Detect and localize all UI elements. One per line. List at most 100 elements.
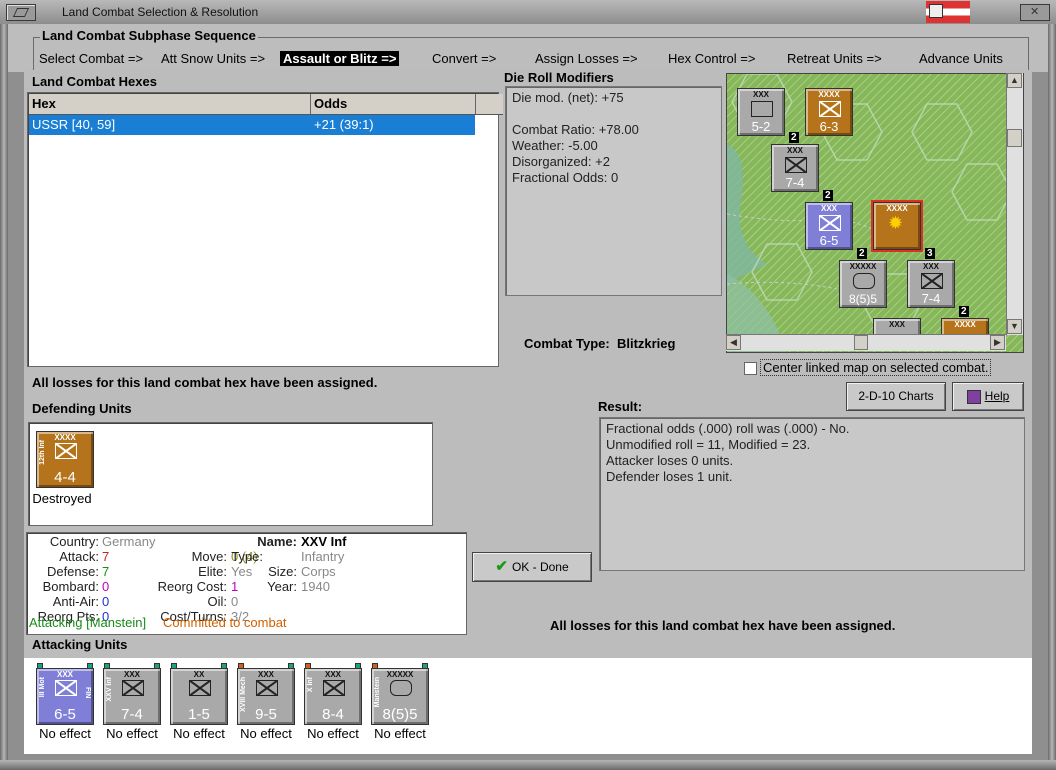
map-counter[interactable]: XXX 6-5 — [805, 202, 853, 250]
attacking-unit-status: No effect — [39, 726, 91, 741]
unit-strength: 8-4 — [322, 706, 344, 723]
attacking-unit-counter[interactable]: XXX III Mot FIN 6-5 — [36, 663, 94, 725]
info-type: Infantry — [301, 549, 345, 564]
info-antiair-label: Anti-Air: — [52, 594, 99, 609]
result-title: Result: — [598, 399, 643, 414]
modifiers-box: Die mod. (net): +75 Combat Ratio: +78.00… — [505, 86, 722, 296]
center-map-label[interactable]: Center linked map on selected combat. — [760, 359, 992, 376]
info-committed: Committed to combat — [163, 615, 287, 630]
center-map-checkbox[interactable] — [744, 362, 757, 375]
window-frame-right — [1048, 24, 1056, 770]
info-elite-label: Elite: — [198, 564, 227, 579]
map-counter[interactable]: XXXX 6-3 — [805, 88, 853, 136]
info-bombard-label: Bombard: — [42, 579, 99, 594]
info-name: XXV Inf — [301, 534, 347, 549]
attacking-unit-status: No effect — [374, 726, 426, 741]
checkmark-icon: ✔ — [495, 558, 508, 575]
map-counter-size: XXX — [752, 90, 769, 99]
ok-done-button[interactable]: ✔ OK - Done — [472, 552, 592, 582]
scroll-right-icon[interactable]: ▶ — [990, 335, 1005, 350]
info-oil-label: Oil: — [207, 594, 228, 609]
defending-title: Defending Units — [32, 401, 132, 416]
column-hex[interactable]: Hex — [29, 94, 311, 114]
info-year: 1940 — [301, 579, 330, 594]
defending-unit-counter[interactable]: XXXX 12th Inf 4-4 — [36, 431, 94, 488]
map-counter-strength: 7-4 — [785, 175, 805, 190]
stack-badge: 2 — [823, 190, 833, 201]
table-row[interactable]: USSR [40, 59] +21 (39:1) — [29, 115, 475, 135]
close-button[interactable] — [1020, 4, 1050, 21]
attacking-unit-counter[interactable]: XXX XVIII Mech 9-5 — [237, 663, 295, 725]
modifiers-title: Die Roll Modifiers — [504, 70, 614, 85]
mechanized-symbol-icon — [256, 680, 278, 696]
hexes-title: Land Combat Hexes — [32, 74, 157, 89]
step-assault-or-blitz: Assault or Blitz => — [280, 51, 400, 66]
map-counter[interactable]: XXX 5-2 — [737, 88, 785, 136]
info-type-label: Type: — [231, 549, 263, 564]
step-hex-control: Hex Control => — [668, 51, 756, 66]
map-counter[interactable]: XXX 7-4 — [907, 260, 955, 308]
map-horizontal-scrollbar[interactable]: ◀ ▶ — [726, 334, 1006, 351]
help-button[interactable]: Help — [952, 382, 1024, 411]
unit-side-label: III Mot — [39, 677, 46, 698]
attacking-unit-counter[interactable]: XXX X Inf 8-4 — [304, 663, 362, 725]
unit-info-panel: Country: Germany Attack: 7 Defense: 7 Bo… — [26, 532, 467, 635]
combat-type-label: Combat Type: — [524, 336, 610, 351]
unit-side-label: 12th Inf — [39, 440, 46, 465]
scroll-thumb[interactable] — [1007, 129, 1022, 147]
hq-symbol-icon — [751, 101, 773, 117]
stack-badge: 3 — [925, 248, 935, 259]
info-size-label: Size: — [268, 564, 297, 579]
infantry-symbol-icon — [122, 680, 144, 696]
attacking-unit-counter[interactable]: XXXXX Manstein 8(5)5 — [371, 663, 429, 725]
unit-strength: 7-4 — [121, 706, 143, 723]
combat-type-value: Blitzkrieg — [616, 336, 676, 351]
unit-side-label: X Inf — [307, 677, 314, 693]
result-line: Fractional odds (.000) roll was (.000) -… — [606, 421, 850, 436]
unit-side-label: XXV Inf — [106, 677, 113, 702]
hq-symbol-icon — [390, 680, 412, 696]
map-counter-size: XXX — [922, 262, 939, 271]
system-menu-button[interactable] — [6, 4, 36, 21]
attacking-unit-counter[interactable]: XX 1-5 — [170, 663, 228, 725]
scroll-down-icon[interactable]: ▼ — [1007, 319, 1022, 334]
charts-button[interactable]: 2-D-10 Charts — [846, 382, 946, 411]
result-line: Defender loses 1 unit. — [606, 469, 733, 484]
attacking-unit-status: No effect — [106, 726, 158, 741]
attacking-unit-status: No effect — [307, 726, 359, 741]
info-country-label: Country: — [49, 534, 99, 549]
scroll-up-icon[interactable]: ▲ — [1007, 73, 1022, 88]
unit-strength: 6-5 — [54, 706, 76, 723]
info-bombard: 0 — [102, 579, 110, 594]
hexes-table: Hex Odds USSR [40, 59] +21 (39:1) — [27, 92, 503, 367]
sequence-title: Land Combat Subphase Sequence — [40, 28, 258, 43]
unit-strength: 4-4 — [54, 469, 76, 486]
attacking-unit-counter[interactable]: XXX XXV Inf 7-4 — [103, 663, 161, 725]
result-line: Attacker loses 0 units. — [606, 453, 734, 468]
status-dots — [171, 663, 231, 669]
defending-unit-status: Destroyed — [32, 491, 92, 506]
unit-strength: 9-5 — [255, 706, 277, 723]
map-counter-defender[interactable]: XXXX ✹ — [871, 200, 923, 252]
map-counter[interactable]: XXX 7-4 — [771, 144, 819, 192]
map-counter[interactable]: XXXXX 8(5)5 — [839, 260, 887, 308]
column-odds[interactable]: Odds — [311, 94, 476, 114]
motorized-symbol-icon — [819, 215, 841, 231]
map-counter-strength: 8(5)5 — [848, 292, 877, 306]
linked-map[interactable]: XXX 5-2 XXXX 6-3 XXX 7-4 XXX 6-5 XXXX ✹ … — [726, 73, 1024, 353]
stack-badge: 2 — [857, 248, 867, 259]
stack-badge: 2 — [959, 306, 969, 317]
title-bar: Land Combat Selection & Resolution — [0, 0, 1056, 25]
ok-done-label: OK - Done — [511, 560, 569, 574]
scroll-thumb[interactable] — [854, 335, 868, 350]
map-counter-size: XXX — [786, 146, 803, 155]
map-counter-strength: 5-2 — [751, 119, 771, 134]
map-counter-size: XXX — [820, 204, 837, 213]
window-frame-bottom — [0, 760, 1056, 770]
step-select-combat: Select Combat => — [39, 51, 144, 66]
hq-symbol-icon — [853, 273, 875, 289]
step-retreat-units: Retreat Units => — [787, 51, 882, 66]
map-vertical-scrollbar[interactable]: ▲ ▼ — [1006, 73, 1023, 335]
attacking-unit-status: No effect — [240, 726, 292, 741]
scroll-left-icon[interactable]: ◀ — [726, 335, 741, 350]
